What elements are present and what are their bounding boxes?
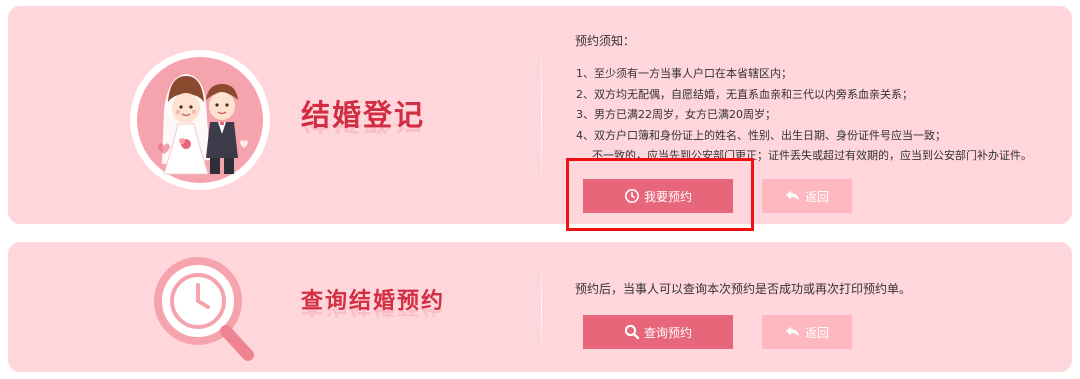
notice-heading: 预约须知：	[575, 34, 636, 48]
magnifier-clock-illustration	[154, 257, 254, 361]
register-back-label: 返回	[804, 189, 829, 204]
couple-illustration	[130, 50, 270, 190]
query-description: 预约后，当事人可以查询本次预约是否成功或再次打印预约单。	[575, 282, 912, 296]
registration-title-reflection: 结婚登记	[301, 124, 425, 142]
query-appointment-label: 查询预约	[643, 325, 692, 340]
query-back-button[interactable]: 返回	[762, 315, 852, 349]
card-divider	[541, 31, 542, 201]
query-appointment-button[interactable]: 查询预约	[583, 315, 733, 349]
notice-item: 2、双方均无配偶，自愿结婚，无直系血亲和三代以内旁系血亲关系；	[576, 87, 913, 101]
card-divider	[541, 257, 542, 357]
register-back-button[interactable]: 返回	[762, 179, 852, 213]
query-back-label: 返回	[804, 325, 829, 340]
highlight-box	[566, 158, 754, 231]
notice-list: 1、至少须有一方当事人户口在本省辖区内； 2、双方均无配偶，自愿结婚，无直系血亲…	[576, 64, 1032, 167]
query-title-block: 查询结婚预约 查询结婚预约	[301, 283, 445, 323]
return-arrow-icon	[785, 188, 801, 204]
query-title-reflection: 查询结婚预约	[301, 309, 445, 323]
notice-item: 1、至少须有一方当事人户口在本省辖区内；	[576, 67, 792, 80]
search-icon	[624, 324, 640, 340]
notice-item: 3、男方已满22周岁，女方已满20周岁；	[576, 108, 776, 121]
registration-title-block: 结婚登记 结婚登记	[301, 92, 425, 142]
return-arrow-icon	[785, 324, 801, 340]
notice-item: 4、双方户口簿和身份证上的姓名、性别、出生日期、身份证件号应当一致；	[576, 128, 946, 142]
